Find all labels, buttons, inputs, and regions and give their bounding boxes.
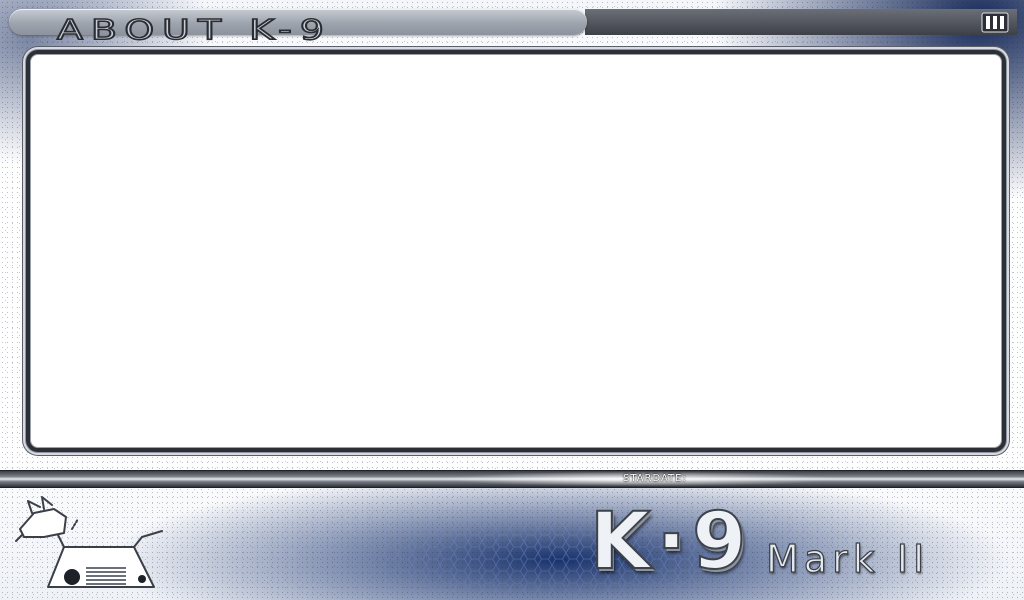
menu-button[interactable] bbox=[981, 12, 1009, 33]
title-bar: ABOUT K-9 bbox=[9, 9, 587, 45]
menu-bars-icon bbox=[981, 12, 1009, 33]
stardate-bar: STARDATE: bbox=[0, 470, 1024, 488]
logo-k9: K·9 bbox=[589, 497, 753, 587]
k9-screen: ABOUT K-9 STARDATE: K·9 Mark II bbox=[0, 0, 1024, 600]
content-panel bbox=[26, 50, 1006, 452]
title-bar-strip bbox=[585, 9, 1017, 35]
logo-mark-ii: Mark II bbox=[765, 537, 930, 581]
k9-robot-dog-icon bbox=[15, 496, 163, 588]
footer: K·9 Mark II bbox=[0, 487, 1024, 600]
page-title: ABOUT K-9 bbox=[56, 13, 333, 46]
stardate-label: STARDATE: bbox=[623, 473, 687, 484]
